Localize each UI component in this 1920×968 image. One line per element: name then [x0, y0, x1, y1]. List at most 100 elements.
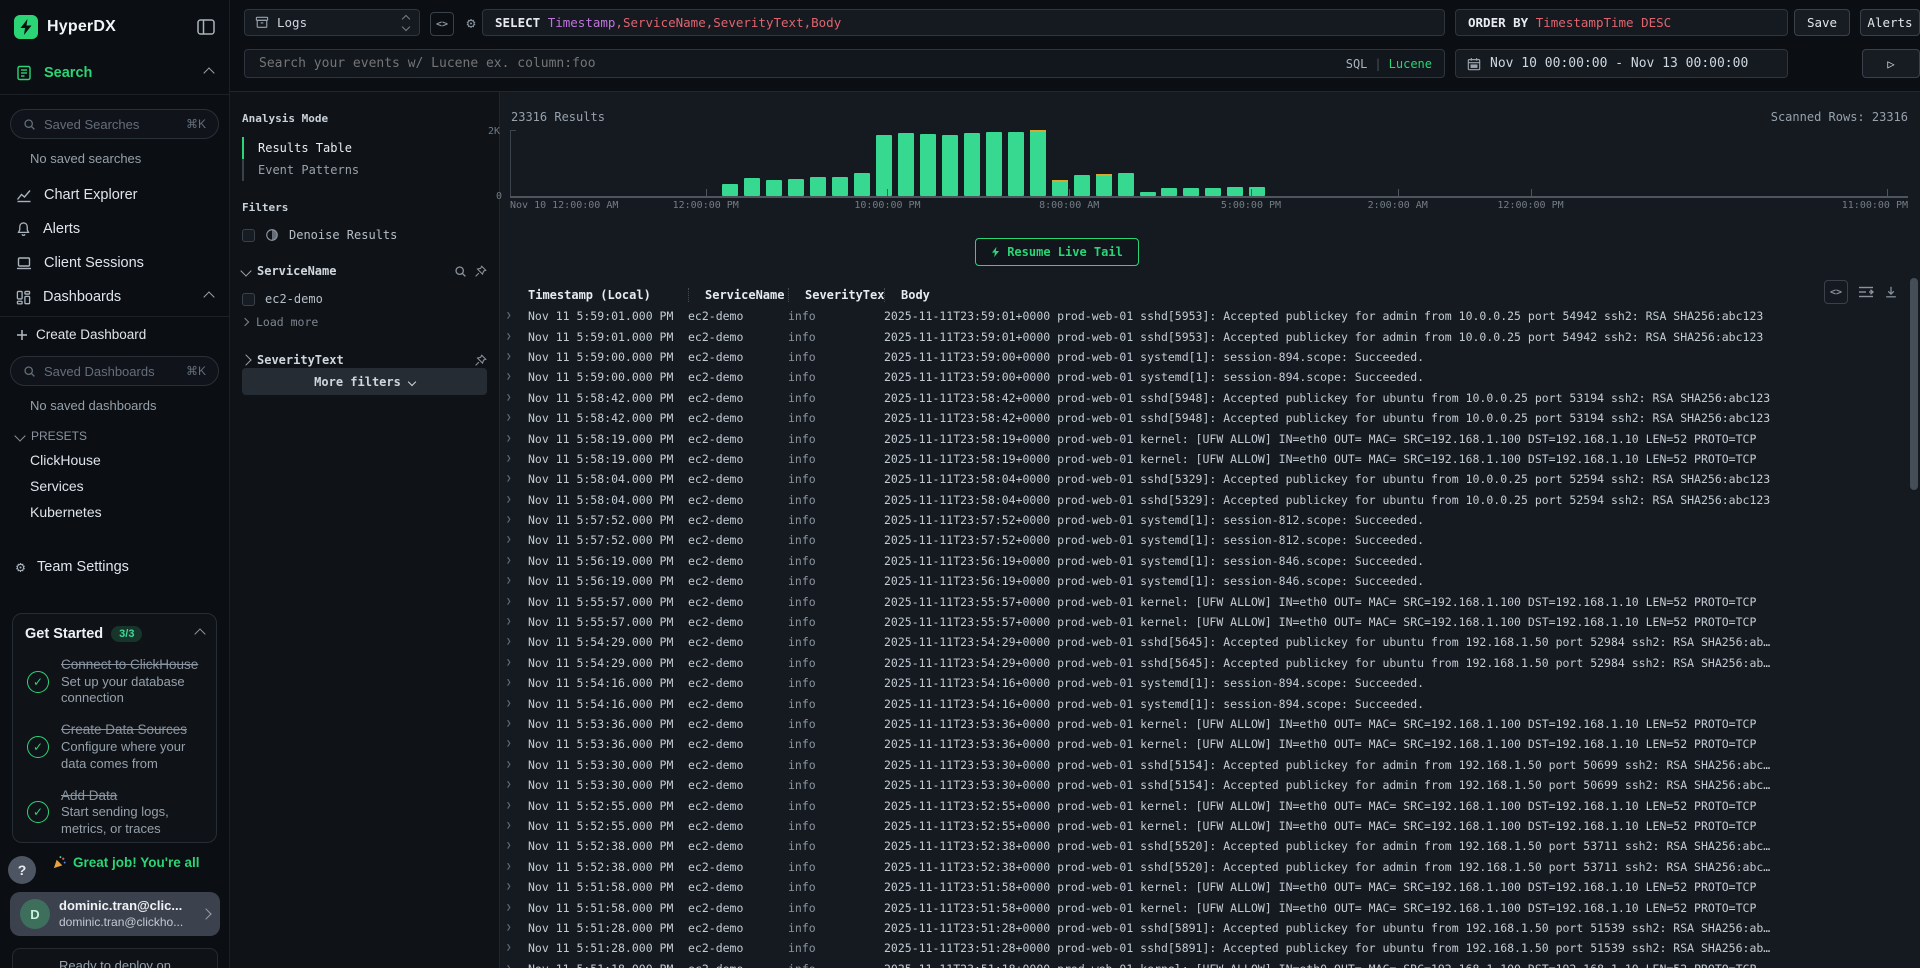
- date-range-picker[interactable]: Nov 10 00:00:00 - Nov 13 00:00:00: [1455, 49, 1788, 78]
- preset-dashboard-kubernetes[interactable]: Kubernetes: [0, 499, 229, 525]
- table-row[interactable]: ❯Nov 11 5:53:36.000 PMec2-demoinfo2025-1…: [500, 734, 1906, 754]
- sidebar-item-team-settings[interactable]: ⚙ Team Settings: [0, 549, 229, 585]
- saved-dashboards-input[interactable]: Saved Dashboards ⌘K: [10, 356, 219, 386]
- expand-row-icon[interactable]: ❯: [506, 556, 520, 566]
- expand-row-icon[interactable]: ❯: [506, 637, 520, 647]
- column-header-body[interactable]: Body: [884, 288, 1906, 302]
- language-lucene-toggle[interactable]: Lucene: [1389, 57, 1432, 71]
- expand-row-icon[interactable]: ❯: [506, 801, 520, 811]
- expand-row-icon[interactable]: ❯: [506, 841, 520, 851]
- table-row[interactable]: ❯Nov 11 5:53:36.000 PMec2-demoinfo2025-1…: [500, 714, 1906, 734]
- table-row[interactable]: ❯Nov 11 5:58:04.000 PMec2-demoinfo2025-1…: [500, 469, 1906, 489]
- search-input[interactable]: [257, 55, 1346, 72]
- table-row[interactable]: ❯Nov 11 5:57:52.000 PMec2-demoinfo2025-1…: [500, 510, 1906, 530]
- service-option-label[interactable]: ec2-demo: [265, 292, 323, 306]
- expand-row-icon[interactable]: ❯: [506, 719, 520, 729]
- order-by-input[interactable]: ORDER BY TimestampTime DESC: [1455, 9, 1788, 36]
- table-row[interactable]: ❯Nov 11 5:59:01.000 PMec2-demoinfo2025-1…: [500, 326, 1906, 346]
- table-row[interactable]: ❯Nov 11 5:55:57.000 PMec2-demoinfo2025-1…: [500, 612, 1906, 632]
- expand-row-icon[interactable]: ❯: [506, 535, 520, 545]
- table-row[interactable]: ❯Nov 11 5:55:57.000 PMec2-demoinfo2025-1…: [500, 591, 1906, 611]
- chevron-up-icon[interactable]: [203, 291, 214, 302]
- expand-row-icon[interactable]: ❯: [506, 678, 520, 688]
- expand-row-icon[interactable]: ❯: [506, 576, 520, 586]
- table-row[interactable]: ❯Nov 11 5:59:01.000 PMec2-demoinfo2025-1…: [500, 306, 1906, 326]
- expand-row-icon[interactable]: ❯: [506, 821, 520, 831]
- expand-row-icon[interactable]: ❯: [506, 434, 520, 444]
- column-header-servicename[interactable]: ServiceName: [688, 288, 788, 302]
- filter-search-icon[interactable]: [454, 265, 467, 278]
- pin-icon[interactable]: [474, 354, 487, 367]
- filter-group-severitytext[interactable]: SeverityText: [242, 353, 487, 367]
- table-row[interactable]: ❯Nov 11 5:51:58.000 PMec2-demoinfo2025-1…: [500, 897, 1906, 917]
- expand-row-icon[interactable]: ❯: [506, 943, 520, 953]
- expand-row-icon[interactable]: ❯: [506, 474, 520, 484]
- expand-row-icon[interactable]: ❯: [506, 332, 520, 342]
- resume-live-tail-button[interactable]: Resume Live Tail: [975, 238, 1139, 266]
- run-query-button[interactable]: ▷: [1862, 49, 1920, 78]
- table-row[interactable]: ❯Nov 11 5:59:00.000 PMec2-demoinfo2025-1…: [500, 367, 1906, 387]
- chevron-up-icon[interactable]: [203, 67, 214, 78]
- expand-row-icon[interactable]: ❯: [506, 413, 520, 423]
- sql-editor-toggle-icon[interactable]: <>: [430, 12, 454, 36]
- table-row[interactable]: ❯Nov 11 5:58:42.000 PMec2-demoinfo2025-1…: [500, 408, 1906, 428]
- table-row[interactable]: ❯Nov 11 5:54:16.000 PMec2-demoinfo2025-1…: [500, 693, 1906, 713]
- table-row[interactable]: ❯Nov 11 5:51:28.000 PMec2-demoinfo2025-1…: [500, 918, 1906, 938]
- expand-row-icon[interactable]: ❯: [506, 311, 520, 321]
- expand-row-icon[interactable]: ❯: [506, 495, 520, 505]
- sidebar-item-search[interactable]: Search: [0, 52, 229, 95]
- table-row[interactable]: ❯Nov 11 5:53:30.000 PMec2-demoinfo2025-1…: [500, 755, 1906, 775]
- expand-row-icon[interactable]: ❯: [506, 780, 520, 790]
- expand-row-icon[interactable]: ❯: [506, 760, 520, 770]
- column-resize-handle[interactable]: [688, 288, 689, 302]
- table-row[interactable]: ❯Nov 11 5:54:16.000 PMec2-demoinfo2025-1…: [500, 673, 1906, 693]
- expand-row-icon[interactable]: ❯: [506, 617, 520, 627]
- table-row[interactable]: ❯Nov 11 5:53:30.000 PMec2-demoinfo2025-1…: [500, 775, 1906, 795]
- saved-searches-input[interactable]: Saved Searches ⌘K: [10, 109, 219, 139]
- denoise-label[interactable]: Denoise Results: [289, 228, 397, 242]
- table-row[interactable]: ❯Nov 11 5:58:19.000 PMec2-demoinfo2025-1…: [500, 449, 1906, 469]
- table-row[interactable]: ❯Nov 11 5:54:29.000 PMec2-demoinfo2025-1…: [500, 653, 1906, 673]
- sidebar-item-dashboards[interactable]: Dashboards: [0, 280, 229, 314]
- expand-row-icon[interactable]: ❯: [506, 964, 520, 968]
- preset-dashboard-services[interactable]: Services: [0, 473, 229, 499]
- select-columns-input[interactable]: SELECT Timestamp,ServiceName,SeverityTex…: [482, 9, 1445, 36]
- language-sql-toggle[interactable]: SQL: [1346, 57, 1368, 71]
- table-row[interactable]: ❯Nov 11 5:54:29.000 PMec2-demoinfo2025-1…: [500, 632, 1906, 652]
- expand-row-icon[interactable]: ❯: [506, 882, 520, 892]
- expand-row-icon[interactable]: ❯: [506, 658, 520, 668]
- table-row[interactable]: ❯Nov 11 5:58:42.000 PMec2-demoinfo2025-1…: [500, 388, 1906, 408]
- expand-row-icon[interactable]: ❯: [506, 352, 520, 362]
- table-row[interactable]: ❯Nov 11 5:59:00.000 PMec2-demoinfo2025-1…: [500, 347, 1906, 367]
- expand-row-icon[interactable]: ❯: [506, 454, 520, 464]
- load-more-link[interactable]: Load more: [256, 315, 318, 329]
- expand-row-icon[interactable]: ❯: [506, 515, 520, 525]
- table-row[interactable]: ❯Nov 11 5:58:19.000 PMec2-demoinfo2025-1…: [500, 428, 1906, 448]
- table-scrollbar[interactable]: [1910, 278, 1918, 964]
- expand-row-icon[interactable]: ❯: [506, 372, 520, 382]
- pin-icon[interactable]: [474, 265, 487, 278]
- create-dashboard-button[interactable]: Create Dashboard: [0, 317, 229, 348]
- mode-event-patterns[interactable]: Event Patterns: [242, 159, 499, 181]
- save-button[interactable]: Save: [1794, 9, 1850, 36]
- expand-row-icon[interactable]: ❯: [506, 597, 520, 607]
- collapse-sidebar-icon[interactable]: [197, 19, 215, 35]
- table-row[interactable]: ❯Nov 11 5:56:19.000 PMec2-demoinfo2025-1…: [500, 571, 1906, 591]
- sidebar-item-alerts[interactable]: Alerts: [0, 212, 229, 246]
- presets-section-toggle[interactable]: PRESETS: [16, 429, 229, 443]
- table-row[interactable]: ❯Nov 11 5:51:58.000 PMec2-demoinfo2025-1…: [500, 877, 1906, 897]
- table-row[interactable]: ❯Nov 11 5:51:28.000 PMec2-demoinfo2025-1…: [500, 938, 1906, 958]
- chevron-up-icon[interactable]: [194, 628, 205, 639]
- source-settings-gear-icon[interactable]: ⚙: [460, 12, 482, 34]
- filter-group-servicename[interactable]: ServiceName: [242, 264, 487, 278]
- service-option-checkbox[interactable]: [242, 293, 255, 306]
- sidebar-item-chart-explorer[interactable]: Chart Explorer: [0, 178, 229, 212]
- table-row[interactable]: ❯Nov 11 5:52:55.000 PMec2-demoinfo2025-1…: [500, 795, 1906, 815]
- table-row[interactable]: ❯Nov 11 5:51:18.000 PMec2-demoinfo2025-1…: [500, 959, 1906, 968]
- table-row[interactable]: ❯Nov 11 5:52:38.000 PMec2-demoinfo2025-1…: [500, 857, 1906, 877]
- alerts-button[interactable]: Alerts: [1860, 9, 1920, 36]
- mode-results-table[interactable]: Results Table: [242, 137, 499, 159]
- table-row[interactable]: ❯Nov 11 5:56:19.000 PMec2-demoinfo2025-1…: [500, 551, 1906, 571]
- source-select[interactable]: Logs: [244, 9, 420, 36]
- expand-row-icon[interactable]: ❯: [506, 862, 520, 872]
